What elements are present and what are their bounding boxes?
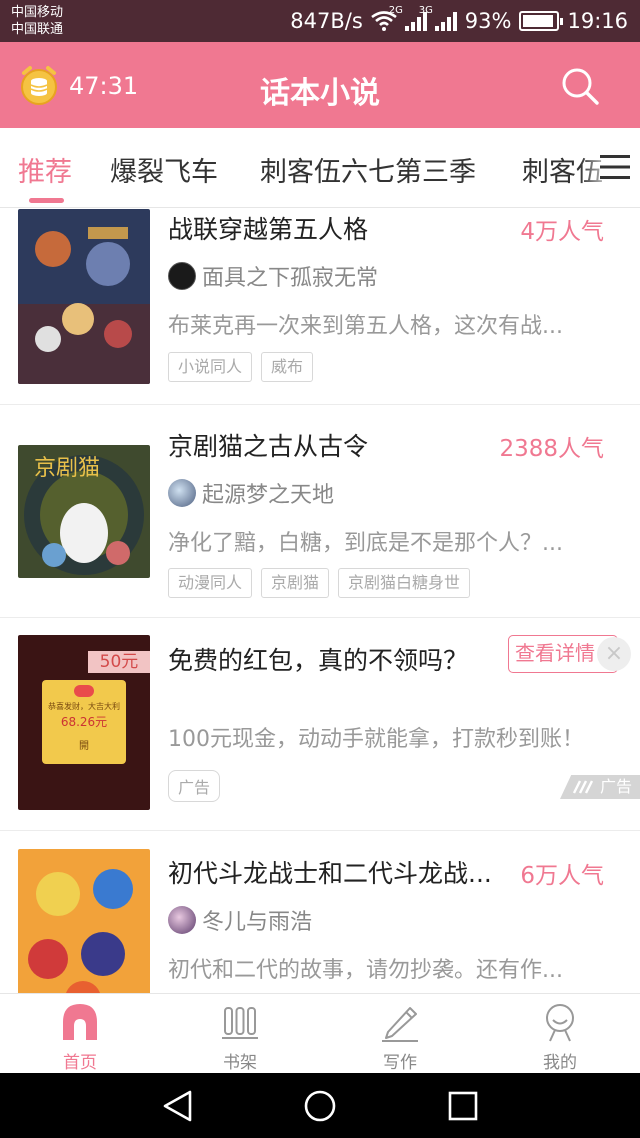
- tab-assassin-s3[interactable]: 刺客伍六七第三季: [260, 150, 476, 189]
- envelope-line: 恭喜发财，大吉大利: [48, 702, 120, 711]
- svg-text:京剧猫: 京剧猫: [34, 456, 100, 481]
- category-tabs: 推荐 爆裂飞车 刺客伍六七第三季 刺客伍: [0, 128, 640, 208]
- popularity: 2388人气: [499, 436, 604, 462]
- battery-level: [523, 15, 554, 27]
- author-row: 冬儿与雨浩: [168, 904, 312, 936]
- nav-profile[interactable]: 我的: [510, 994, 610, 1074]
- book-description: 净化了黯，白糖，到底是不是那个人？...: [168, 531, 563, 556]
- tag[interactable]: 动漫同人: [168, 568, 253, 598]
- avatar: [168, 262, 196, 290]
- carrier-1: 中国移动: [11, 5, 64, 20]
- ad-logo-icon: [572, 780, 594, 794]
- net-speed: 847B/s: [290, 9, 363, 33]
- search-icon[interactable]: [560, 66, 600, 106]
- nav-home[interactable]: 首页: [30, 994, 130, 1074]
- pencil-icon: [382, 1007, 418, 1042]
- book-title: 初代斗龙战士和二代斗龙战...: [168, 859, 492, 888]
- active-tab-indicator: [29, 198, 64, 203]
- tag-list: 动漫同人 京剧猫 京剧猫白糖身世: [168, 568, 471, 598]
- book-card[interactable]: 京剧猫 京剧猫之古从古令 2388人气 起源梦之天地 净化了黯，白糖，到底是不是…: [0, 405, 640, 618]
- book-card[interactable]: 战联穿越第五人格 4万人气 面具之下孤寂无常 布莱克再一次来到第五人格，这次有战…: [0, 208, 640, 405]
- nav-label: 我的: [543, 1053, 577, 1073]
- bottom-nav: 首页 书架 写作 我的: [0, 993, 640, 1073]
- status-bar: 中国移动 中国联通 847B/s 2G 3G 93% 19:16: [0, 0, 640, 42]
- popularity: 4万人气: [520, 219, 604, 245]
- bookshelf-icon: [222, 1007, 258, 1039]
- status-indicators: 847B/s 2G 3G 93% 19:16: [290, 0, 628, 42]
- menu-icon[interactable]: [600, 154, 630, 180]
- battery-percent: 93%: [464, 9, 512, 33]
- ad-title: 免费的红包，真的不领吗？: [168, 646, 469, 675]
- ad-badge-text: 广告: [600, 777, 633, 796]
- avatar: [168, 906, 196, 934]
- app-title: 话本小说: [260, 76, 380, 111]
- book-card[interactable]: 初代斗龙战士和二代斗龙战... 6万人气 冬儿与雨浩 初代和二代的故事，请勿抄袭…: [0, 831, 640, 993]
- ad-cover: 50元 恭喜发财，大吉大利 68.26元 開: [18, 635, 150, 810]
- book-cover: [18, 849, 150, 993]
- ad-description: 100元现金，动动手就能拿，打款秒到账！: [168, 727, 584, 752]
- book-title: 京剧猫之古从古令: [168, 432, 369, 461]
- nav-bookshelf[interactable]: 书架: [190, 994, 290, 1074]
- author-row: 起源梦之天地: [168, 477, 334, 509]
- book-feed: 战联穿越第五人格 4万人气 面具之下孤寂无常 布莱克再一次来到第五人格，这次有战…: [0, 208, 640, 993]
- ad-cover-amount: 50元: [88, 651, 150, 673]
- nav-label: 首页: [63, 1053, 97, 1073]
- book-description: 初代和二代的故事，请勿抄袭。还有作...: [168, 958, 563, 983]
- carrier-info: 中国移动 中国联通: [11, 4, 63, 38]
- signal-icon-2: 3G: [419, 5, 457, 31]
- author-name: 起源梦之天地: [202, 483, 335, 508]
- tag[interactable]: 京剧猫白糖身世: [338, 568, 471, 598]
- ad-badge: 广告: [560, 775, 640, 799]
- ad-label: 广告: [168, 770, 221, 802]
- app-header: 47:31 话本小说: [0, 42, 640, 128]
- net-type-2: 3G: [418, 5, 433, 16]
- popularity: 6万人气: [520, 863, 604, 889]
- home-icon: [63, 1004, 97, 1040]
- nav-write[interactable]: 写作: [350, 994, 450, 1074]
- book-cover: 京剧猫: [18, 445, 150, 578]
- tab-blast-racer[interactable]: 爆裂飞车: [110, 150, 218, 189]
- book-title: 战联穿越第五人格: [168, 215, 369, 244]
- tag-list: 小说同人 威布: [168, 352, 314, 382]
- back-icon[interactable]: [160, 1089, 194, 1123]
- home-circle-icon[interactable]: [303, 1089, 337, 1123]
- author-row: 面具之下孤寂无常: [168, 260, 378, 292]
- tag[interactable]: 小说同人: [168, 352, 253, 382]
- tag[interactable]: 威布: [261, 352, 314, 382]
- book-description: 布莱克再一次来到第五人格，这次有战...: [168, 314, 563, 339]
- carrier-2: 中国联通: [11, 22, 64, 37]
- red-envelope: 恭喜发财，大吉大利 68.26元 開: [42, 680, 126, 764]
- avatar: [168, 479, 196, 507]
- envelope-amount: 68.26元: [60, 715, 108, 729]
- system-nav-bar: [0, 1073, 640, 1138]
- battery-icon: [519, 11, 564, 31]
- ad-card[interactable]: 50元 恭喜发财，大吉大利 68.26元 開 免费的红包，真的不领吗？ 查看详情…: [0, 618, 640, 831]
- tab-recommend[interactable]: 推荐: [18, 150, 72, 189]
- clock: 19:16: [567, 9, 628, 33]
- profile-icon: [546, 1004, 574, 1042]
- close-icon[interactable]: ×: [597, 637, 631, 671]
- nav-label: 写作: [383, 1053, 417, 1073]
- tag[interactable]: 京剧猫: [261, 568, 330, 598]
- author-name: 冬儿与雨浩: [202, 910, 313, 935]
- book-cover: [18, 209, 150, 384]
- nav-label: 书架: [223, 1053, 257, 1073]
- author-name: 面具之下孤寂无常: [202, 266, 379, 291]
- recents-icon[interactable]: [446, 1089, 480, 1123]
- envelope-open: 開: [79, 741, 89, 752]
- net-type-1: 2G: [388, 5, 403, 16]
